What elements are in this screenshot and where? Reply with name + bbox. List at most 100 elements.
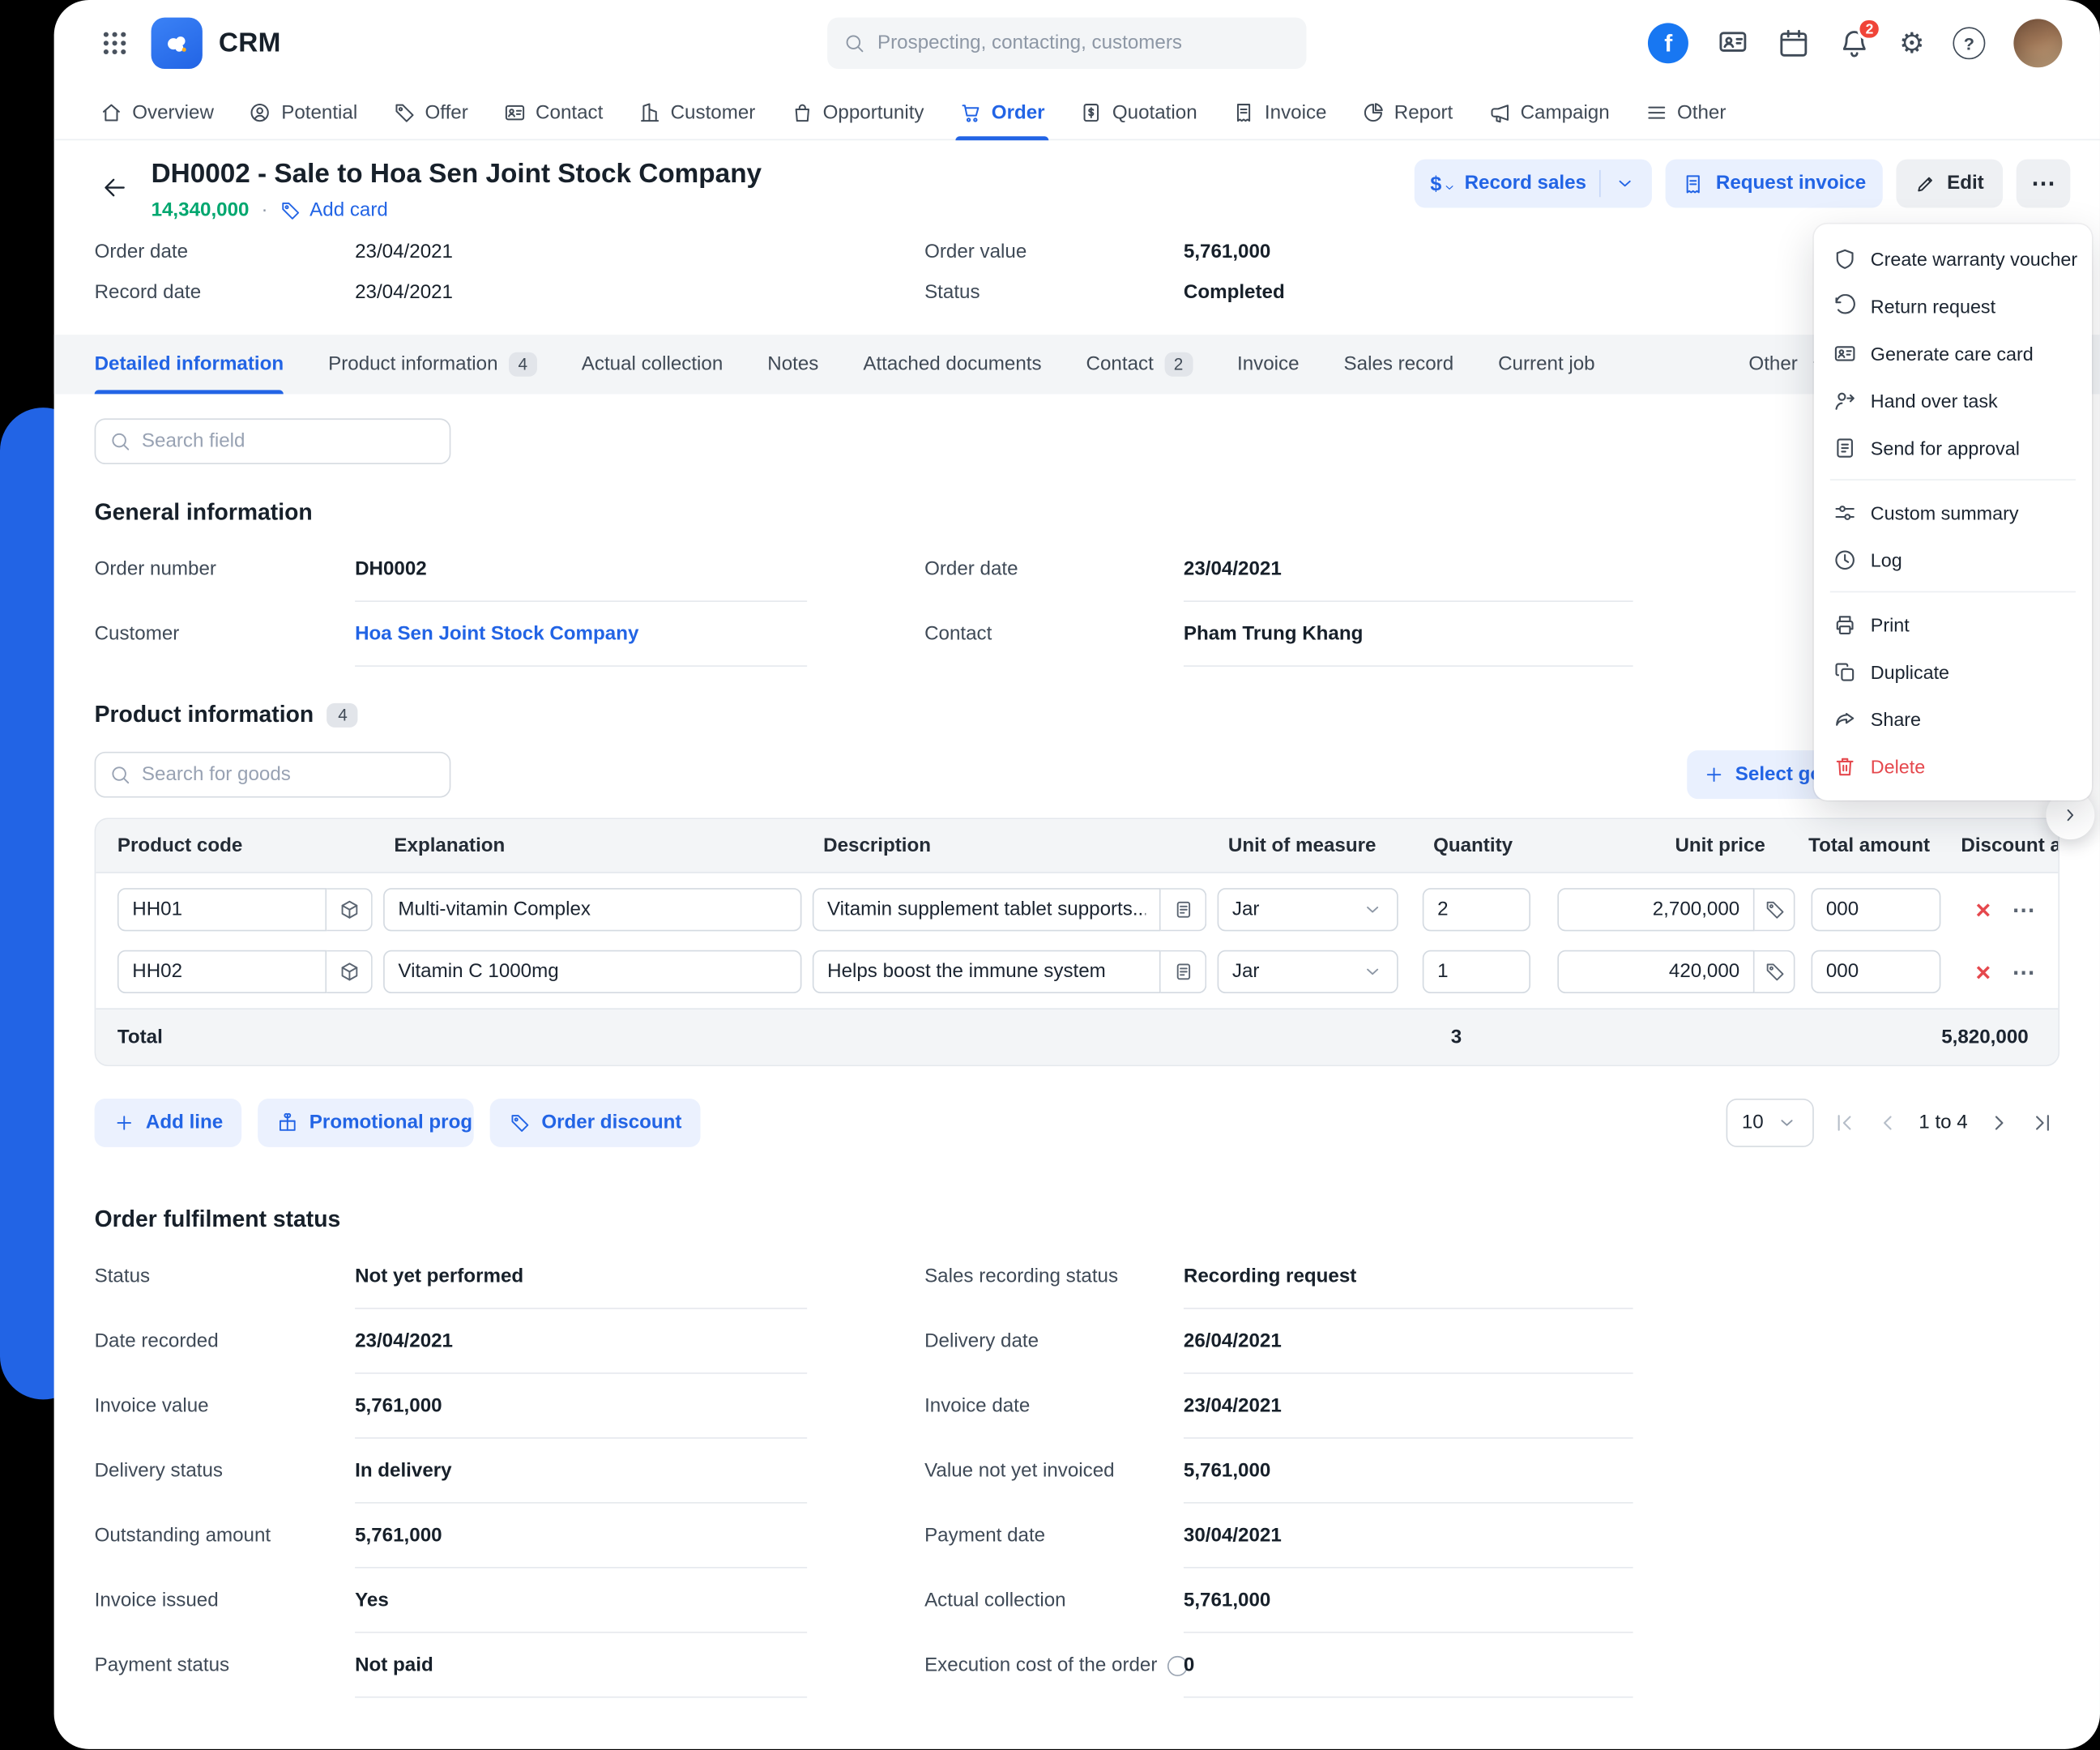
menu-item-generate-care-card[interactable]: Generate care card <box>1814 329 2092 376</box>
nav-item-overview[interactable]: Overview <box>100 87 214 139</box>
menu-item-print[interactable]: Print <box>1814 600 2092 647</box>
product-code-input[interactable] <box>117 888 327 932</box>
tab-detailed-information[interactable]: Detailed information <box>94 335 284 395</box>
unit-price-input[interactable] <box>1557 950 1755 994</box>
field-label: Customer <box>94 623 180 646</box>
record-sales-button[interactable]: $ Record sales <box>1414 159 1653 208</box>
share-icon <box>1836 712 1855 725</box>
menu-item-custom-summary[interactable]: Custom summary <box>1814 489 2092 536</box>
first-page-button[interactable] <box>1833 1111 1857 1135</box>
explanation-input[interactable] <box>383 950 802 994</box>
field-value: 5,761,000 <box>1183 1569 1633 1633</box>
nav-item-quotation[interactable]: Quotation <box>1080 87 1197 139</box>
back-button[interactable] <box>95 168 135 208</box>
prev-page-button[interactable] <box>1876 1111 1900 1135</box>
goods-search[interactable] <box>94 751 451 798</box>
user-circle-icon <box>251 103 270 122</box>
menu-item-share[interactable]: Share <box>1814 695 2092 742</box>
explanation-input[interactable] <box>383 888 802 932</box>
nav-item-order[interactable]: Order <box>954 87 1048 141</box>
order-discount-button[interactable]: Order discount <box>490 1098 701 1147</box>
unit-select[interactable]: Jar <box>1217 950 1398 994</box>
field-search-input[interactable] <box>141 430 437 453</box>
cube-icon[interactable] <box>327 950 373 994</box>
note-icon[interactable] <box>1160 888 1207 932</box>
help-icon[interactable]: ? <box>1953 27 1986 60</box>
total-amount-input[interactable] <box>1811 888 1941 932</box>
facebook-icon[interactable]: f <box>1648 23 1689 64</box>
row-more-button[interactable]: ⋯ <box>2012 959 2036 986</box>
menu-item-duplicate[interactable]: Duplicate <box>1814 648 2092 695</box>
tab-current-job[interactable]: Current job <box>1498 335 1594 394</box>
menu-item-create-warranty-voucher[interactable]: Create warranty voucher <box>1814 235 2092 282</box>
calendar-icon[interactable] <box>1778 27 1810 59</box>
tag-icon[interactable] <box>1754 888 1795 932</box>
remove-row-button[interactable]: ✕ <box>1974 898 1991 923</box>
field-search[interactable] <box>94 418 451 465</box>
field-value: 5,761,000 <box>1183 1439 1633 1504</box>
invoice-icon <box>1237 104 1251 122</box>
nav-item-potential[interactable]: Potential <box>249 87 357 139</box>
cube-icon[interactable] <box>327 888 373 932</box>
table-actions: Add line Promotional program Order disco… <box>94 1098 2059 1147</box>
note-icon[interactable] <box>1160 950 1207 994</box>
tab-notes[interactable]: Notes <box>767 335 818 394</box>
tag-icon[interactable] <box>1754 950 1795 994</box>
quantity-input[interactable] <box>1422 950 1531 994</box>
apps-grid-icon[interactable] <box>100 28 130 58</box>
nav-item-campaign[interactable]: Campaign <box>1488 87 1610 139</box>
search-icon <box>109 430 131 452</box>
settings-gear-icon[interactable]: ⚙ <box>1899 29 1924 58</box>
global-search-input[interactable] <box>877 32 1291 54</box>
description-input[interactable] <box>812 888 1161 932</box>
menu-item-send-for-approval[interactable]: Send for approval <box>1814 424 2092 471</box>
menu-item-return-request[interactable]: Return request <box>1814 282 2092 329</box>
quantity-input[interactable] <box>1422 888 1531 932</box>
menu-item-delete[interactable]: Delete <box>1814 742 2092 789</box>
tab-actual-collection[interactable]: Actual collection <box>582 335 723 394</box>
add-card-link[interactable]: Add card <box>280 200 388 221</box>
nav-item-other[interactable]: Other <box>1645 87 1726 139</box>
description-input[interactable] <box>812 950 1161 994</box>
user-avatar[interactable] <box>2013 19 2063 68</box>
chevron-right-icon <box>2067 809 2074 822</box>
notifications-button[interactable]: 2 <box>1838 17 1882 59</box>
tab-sales-record[interactable]: Sales record <box>1344 335 1454 394</box>
tab-invoice[interactable]: Invoice <box>1237 335 1300 394</box>
field-label: Delivery date <box>924 1330 1039 1353</box>
nav-item-invoice[interactable]: Invoice <box>1232 87 1326 139</box>
tab-contact[interactable]: Contact 2 <box>1086 335 1193 394</box>
tab-product-information[interactable]: Product information 4 <box>328 335 537 394</box>
unit-price-input[interactable] <box>1557 888 1755 932</box>
nav-item-offer[interactable]: Offer <box>393 87 468 139</box>
column-header: Unit of measure <box>1227 834 1377 856</box>
menu-item-hand-over-task[interactable]: Hand over task <box>1814 377 2092 424</box>
page-size-select[interactable]: 10 <box>1725 1098 1814 1147</box>
request-invoice-button[interactable]: Request invoice <box>1666 159 1883 208</box>
remove-row-button[interactable]: ✕ <box>1974 961 1991 985</box>
global-search[interactable] <box>827 17 1307 69</box>
goods-search-input[interactable] <box>141 763 437 786</box>
nav-item-contact[interactable]: Contact <box>503 87 603 139</box>
add-line-button[interactable]: Add line <box>94 1098 242 1147</box>
tab-attached-documents[interactable]: Attached documents <box>863 335 1041 394</box>
row-more-button[interactable]: ⋯ <box>2012 898 2036 924</box>
more-actions-button[interactable]: ⋯ <box>2016 159 2071 208</box>
product-count-badge: 4 <box>327 702 359 728</box>
edit-button[interactable]: Edit <box>1895 159 2004 208</box>
unit-select[interactable]: Jar <box>1217 888 1398 932</box>
promotional-program-button[interactable]: Promotional program <box>258 1098 475 1147</box>
last-page-button[interactable] <box>2030 1111 2054 1135</box>
total-amount-input[interactable] <box>1811 950 1941 994</box>
menu-item-log[interactable]: Log <box>1814 536 2092 583</box>
tag-icon <box>511 1115 529 1132</box>
nav-item-opportunity[interactable]: Opportunity <box>791 87 924 139</box>
nav-item-report[interactable]: Report <box>1362 87 1453 139</box>
nav-item-customer[interactable]: Customer <box>638 87 755 139</box>
product-code-input[interactable] <box>117 950 327 994</box>
sliders-icon <box>1835 505 1855 520</box>
meeting-screen-icon[interactable] <box>1717 27 1749 59</box>
customer-link[interactable]: Hoa Sen Joint Stock Company <box>355 602 808 667</box>
next-page-button[interactable] <box>1987 1111 2011 1135</box>
